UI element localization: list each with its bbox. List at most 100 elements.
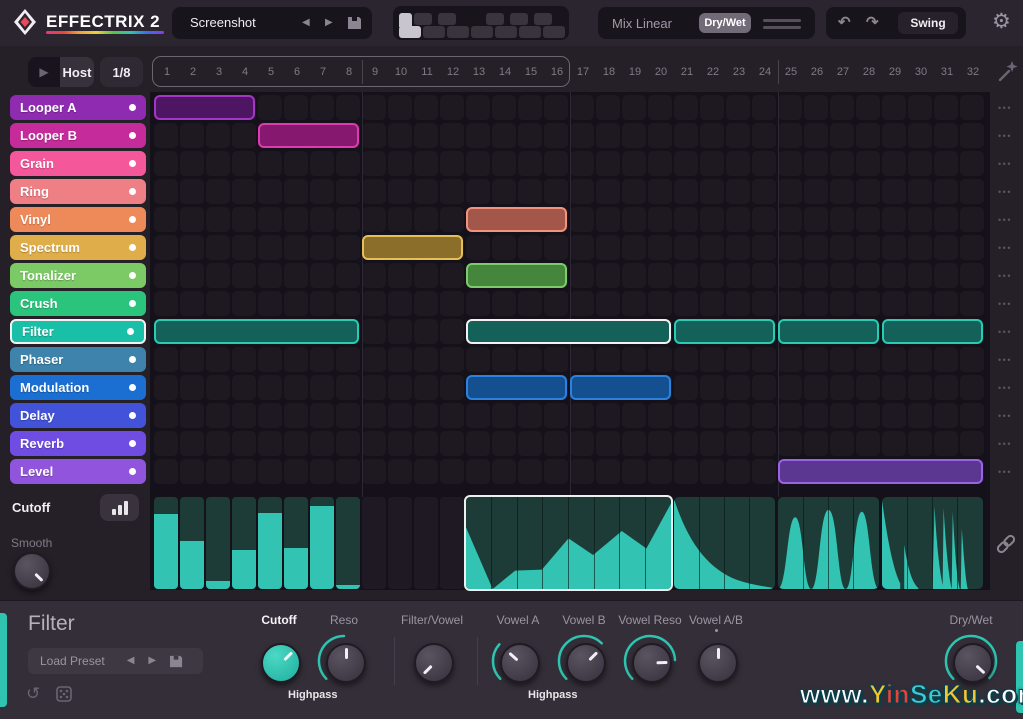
step-number[interactable]: 4	[232, 66, 258, 78]
grid-cell[interactable]	[908, 431, 932, 456]
grid-cell[interactable]	[778, 431, 802, 456]
grid-cell[interactable]	[440, 151, 464, 176]
grid-cell[interactable]	[154, 263, 178, 288]
grid-cell[interactable]	[388, 319, 412, 344]
grid-cell[interactable]	[310, 291, 334, 316]
automation-step[interactable]	[336, 497, 360, 589]
effect-enabled-dot[interactable]	[129, 412, 136, 419]
row-menu[interactable]: •••	[992, 355, 1018, 365]
grid-cell[interactable]	[466, 179, 490, 204]
grid-cell[interactable]	[414, 375, 438, 400]
reset-icon[interactable]: ↺	[26, 685, 40, 702]
grid-cell[interactable]	[674, 263, 698, 288]
grid-cell[interactable]	[388, 207, 412, 232]
grid-cell[interactable]	[414, 347, 438, 372]
effect-block-filter[interactable]	[154, 319, 359, 344]
effect-preset-prev-button[interactable]: ◀	[127, 656, 135, 666]
grid-cell[interactable]	[180, 151, 204, 176]
effect-block-filter[interactable]	[466, 319, 671, 344]
row-menu[interactable]: •••	[992, 327, 1018, 337]
grid-cell[interactable]	[284, 235, 308, 260]
automation-step[interactable]	[440, 497, 464, 589]
grid-cell[interactable]	[258, 459, 282, 484]
grid-cell[interactable]	[752, 235, 776, 260]
automation-step[interactable]	[154, 497, 178, 589]
grid-cell[interactable]	[960, 291, 984, 316]
grid-cell[interactable]	[700, 151, 724, 176]
grid-cell[interactable]	[206, 403, 230, 428]
grid-cell[interactable]	[882, 123, 906, 148]
grid-cell[interactable]	[804, 375, 828, 400]
grid-cell[interactable]	[440, 431, 464, 456]
row-menu[interactable]: •••	[992, 243, 1018, 253]
grid-cell[interactable]	[856, 347, 880, 372]
grid-cell[interactable]	[518, 179, 542, 204]
step-number[interactable]: 31	[934, 66, 960, 78]
grid-cell[interactable]	[310, 235, 334, 260]
grid-cell[interactable]	[258, 151, 282, 176]
grid-cell[interactable]	[310, 347, 334, 372]
knob-vowel-reso[interactable]: Vowel Reso	[616, 613, 684, 699]
effect-block-modulation[interactable]	[570, 375, 671, 400]
grid-cell[interactable]	[232, 179, 256, 204]
grid-cell[interactable]	[700, 403, 724, 428]
grid-cell[interactable]	[518, 431, 542, 456]
sidebar-item-looper-a[interactable]: Looper A	[10, 95, 146, 120]
grid-cell[interactable]	[934, 95, 958, 120]
grid-cell[interactable]	[934, 263, 958, 288]
grid-cell[interactable]	[310, 263, 334, 288]
grid-cell[interactable]	[674, 151, 698, 176]
grid-cell[interactable]	[778, 375, 802, 400]
grid-cell[interactable]	[310, 179, 334, 204]
grid-cell[interactable]	[648, 179, 672, 204]
grid-cell[interactable]	[388, 179, 412, 204]
pattern-key[interactable]	[519, 26, 541, 38]
grid-cell[interactable]	[908, 347, 932, 372]
mix-line-bottom[interactable]	[763, 26, 801, 29]
grid-cell[interactable]	[258, 347, 282, 372]
drywet-toggle[interactable]: Dry/Wet	[699, 13, 751, 33]
grid-cell[interactable]	[700, 235, 724, 260]
automation-step[interactable]	[284, 497, 308, 589]
step-number[interactable]: 30	[908, 66, 934, 78]
row-menu[interactable]: •••	[992, 467, 1018, 477]
grid-cell[interactable]	[804, 151, 828, 176]
sidebar-item-vinyl[interactable]: Vinyl	[10, 207, 146, 232]
grid-cell[interactable]	[752, 95, 776, 120]
grid-cell[interactable]	[518, 459, 542, 484]
grid-cell[interactable]	[622, 179, 646, 204]
grid-cell[interactable]	[206, 179, 230, 204]
grid-cell[interactable]	[596, 95, 620, 120]
grid-cell[interactable]	[362, 179, 386, 204]
grid-cell[interactable]	[258, 291, 282, 316]
grid-cell[interactable]	[258, 375, 282, 400]
sidebar-item-grain[interactable]: Grain	[10, 151, 146, 176]
grid-cell[interactable]	[934, 431, 958, 456]
grid-cell[interactable]	[908, 291, 932, 316]
grid-cell[interactable]	[700, 431, 724, 456]
grid-cell[interactable]	[440, 403, 464, 428]
grid-cell[interactable]	[154, 291, 178, 316]
grid-cell[interactable]	[752, 123, 776, 148]
sidebar-item-phaser[interactable]: Phaser	[10, 347, 146, 372]
grid-cell[interactable]	[882, 179, 906, 204]
grid-cell[interactable]	[726, 347, 750, 372]
grid-cell[interactable]	[518, 403, 542, 428]
grid-cell[interactable]	[570, 403, 594, 428]
pattern-key[interactable]	[534, 13, 552, 25]
grid-cell[interactable]	[570, 431, 594, 456]
automation-step[interactable]	[232, 497, 256, 589]
grid-cell[interactable]	[726, 459, 750, 484]
step-number[interactable]: 1	[154, 66, 180, 78]
grid-cell[interactable]	[310, 375, 334, 400]
grid-cell[interactable]	[700, 347, 724, 372]
grid-cell[interactable]	[258, 179, 282, 204]
effect-block-vinyl[interactable]	[466, 207, 567, 232]
grid-cell[interactable]	[388, 151, 412, 176]
effect-enabled-dot[interactable]	[129, 216, 136, 223]
grid-cell[interactable]	[336, 347, 360, 372]
grid-cell[interactable]	[700, 459, 724, 484]
grid-cell[interactable]	[882, 235, 906, 260]
grid-cell[interactable]	[180, 235, 204, 260]
grid-cell[interactable]	[180, 123, 204, 148]
